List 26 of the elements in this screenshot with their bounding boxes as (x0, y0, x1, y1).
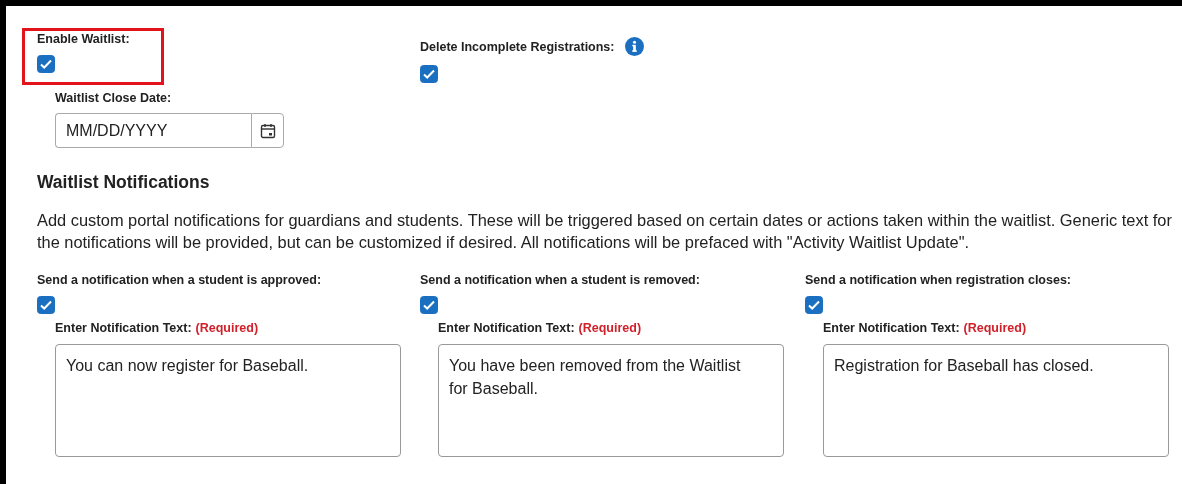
field-label: Send a notification when registration closes: (805, 273, 1071, 287)
checkbox[interactable] (420, 296, 438, 314)
required-note: (Required) (963, 321, 1027, 335)
calendar-button[interactable] (251, 113, 284, 148)
checkbox[interactable] (37, 296, 55, 314)
section-description: Add custom portal notifications for guardians and students. These will be triggered based on certain dates or actions taken within the waitlist. Generic text for the notifications will be provided, but can be customized if desired. All notifications will be prefaced with "Activity Waitlist Update". (37, 210, 1173, 253)
field-label: Enter Notification Text: (438, 321, 575, 335)
field-label: Send a notification when a student is removed: (420, 273, 700, 287)
field-label: Enable Waitlist: (37, 32, 130, 46)
checkbox[interactable] (805, 296, 823, 314)
checkbox[interactable] (420, 65, 438, 83)
notification-text-field[interactable]: You can now register for Baseball. (55, 344, 401, 457)
field-label: Delete Incomplete Registrations: (420, 39, 615, 54)
field-label: Enter Notification Text: (823, 321, 960, 335)
calendar-icon[interactable] (259, 122, 276, 139)
field-label: Enter Notification Text: (55, 321, 192, 335)
info-icon[interactable] (624, 37, 644, 56)
notification-text-field[interactable]: You have been removed from the Waitlist for Baseball. (438, 344, 784, 457)
notification-text-field[interactable]: Registration for Baseball has closed. (823, 344, 1169, 457)
required-note: (Required) (578, 321, 642, 335)
checkbox[interactable] (37, 55, 55, 73)
required-note: (Required) (195, 321, 259, 335)
date-field[interactable]: MM/DD/YYYY (55, 113, 251, 148)
field-label: Waitlist Close Date: (55, 91, 173, 105)
field-label: Send a notification when a student is approved: (37, 273, 322, 287)
section-heading: Waitlist Notifications (37, 172, 211, 193)
